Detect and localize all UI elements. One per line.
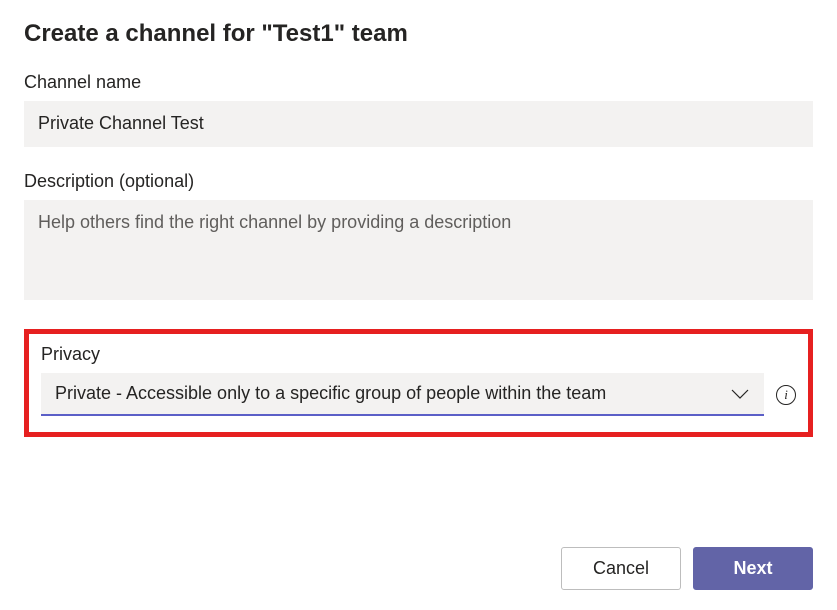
next-button[interactable]: Next (693, 547, 813, 590)
privacy-dropdown[interactable]: Private - Accessible only to a specific … (41, 373, 764, 416)
channel-name-group: Channel name (24, 72, 813, 147)
privacy-row: Private - Accessible only to a specific … (41, 373, 796, 416)
privacy-label: Privacy (41, 344, 796, 365)
privacy-selected-value: Private - Accessible only to a specific … (55, 383, 606, 404)
button-row: Cancel Next (24, 547, 813, 590)
info-icon[interactable]: i (776, 385, 796, 405)
channel-name-input[interactable] (24, 101, 813, 147)
cancel-button[interactable]: Cancel (561, 547, 681, 590)
channel-name-label: Channel name (24, 72, 813, 93)
chevron-down-icon (730, 387, 750, 401)
privacy-section: Privacy Private - Accessible only to a s… (24, 329, 813, 437)
description-input[interactable] (24, 200, 813, 300)
description-label: Description (optional) (24, 171, 813, 192)
dialog-title: Create a channel for "Test1" team (24, 20, 813, 48)
description-group: Description (optional) (24, 171, 813, 305)
